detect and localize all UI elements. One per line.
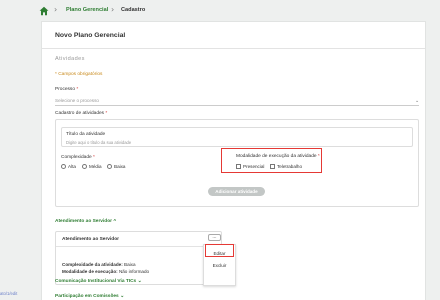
accordion-comissoes[interactable]: Participação em Comissões ⌄: [55, 294, 124, 299]
more-options-button[interactable]: ...: [208, 234, 221, 241]
breadcrumb-plano-gerencial[interactable]: Plano Gerencial: [66, 7, 108, 13]
page-title: Novo Plano Gerencial: [55, 32, 126, 39]
titulo-label: Título da atividade: [66, 132, 106, 137]
complexidade-label: Complexidade *: [61, 155, 95, 160]
chevron-right-icon: ›: [111, 5, 115, 14]
highlight-box: [221, 148, 322, 173]
processo-select[interactable]: Selecione o processo: [55, 98, 99, 103]
complexidade-detail: Complexidade da atividade: Baixa: [62, 262, 136, 267]
cadastro-label: Cadastro de atividades *: [55, 111, 108, 116]
complexidade-baixa-label: Baixa: [114, 164, 126, 169]
complexidade-media-label: Média: [89, 164, 102, 169]
home-icon[interactable]: [39, 6, 49, 16]
titulo-field[interactable]: Título da atividade Digite aqui o título…: [61, 127, 413, 147]
divider: [42, 48, 425, 49]
breadcrumb-bar: › Plano Gerencial › Cadastro: [0, 0, 440, 22]
activity-card-title: Atendimento ao Servidor: [62, 237, 120, 242]
modalidade-detail: Modalidade de execução: Não informado: [62, 269, 150, 274]
titulo-input[interactable]: Digite aqui o título da sua atividade: [66, 140, 131, 145]
accordion-atendimento[interactable]: Atendimento ao Servidor ^: [55, 219, 116, 224]
complexidade-media-radio[interactable]: [82, 164, 87, 169]
form-panel: Novo Plano Gerencial Atividades * Campos…: [41, 21, 426, 300]
processo-label: Processo *: [55, 87, 79, 92]
section-title: Atividades: [55, 56, 85, 62]
accordion-comunicacao[interactable]: Comunicação Institucional Via TICs ⌄: [55, 279, 142, 284]
complexidade-alta-label: Alta: [68, 164, 76, 169]
chevron-down-icon: ⌄: [137, 279, 142, 284]
complexidade-baixa-radio[interactable]: [107, 164, 112, 169]
divider: [56, 246, 221, 247]
chevron-down-icon[interactable]: ⌄: [415, 98, 419, 104]
chevron-right-icon: ›: [54, 5, 58, 14]
chevron-down-icon: ⌄: [120, 294, 125, 299]
chevron-up-icon: ^: [113, 219, 117, 224]
activity-card: Atendimento ao Servidor Complexidade da …: [55, 231, 222, 285]
required-note: * Campos obrigatórios: [55, 72, 103, 77]
processo-select-underline: [55, 105, 419, 106]
highlight-box: [205, 244, 234, 257]
complexidade-alta-radio[interactable]: [61, 164, 66, 169]
url-tag: ato/1/edit: [0, 291, 18, 296]
breadcrumb-cadastro: Cadastro: [121, 7, 146, 13]
add-activity-button[interactable]: Adicionar atividade: [208, 187, 265, 196]
menu-item-delete[interactable]: Excluir: [204, 263, 235, 268]
